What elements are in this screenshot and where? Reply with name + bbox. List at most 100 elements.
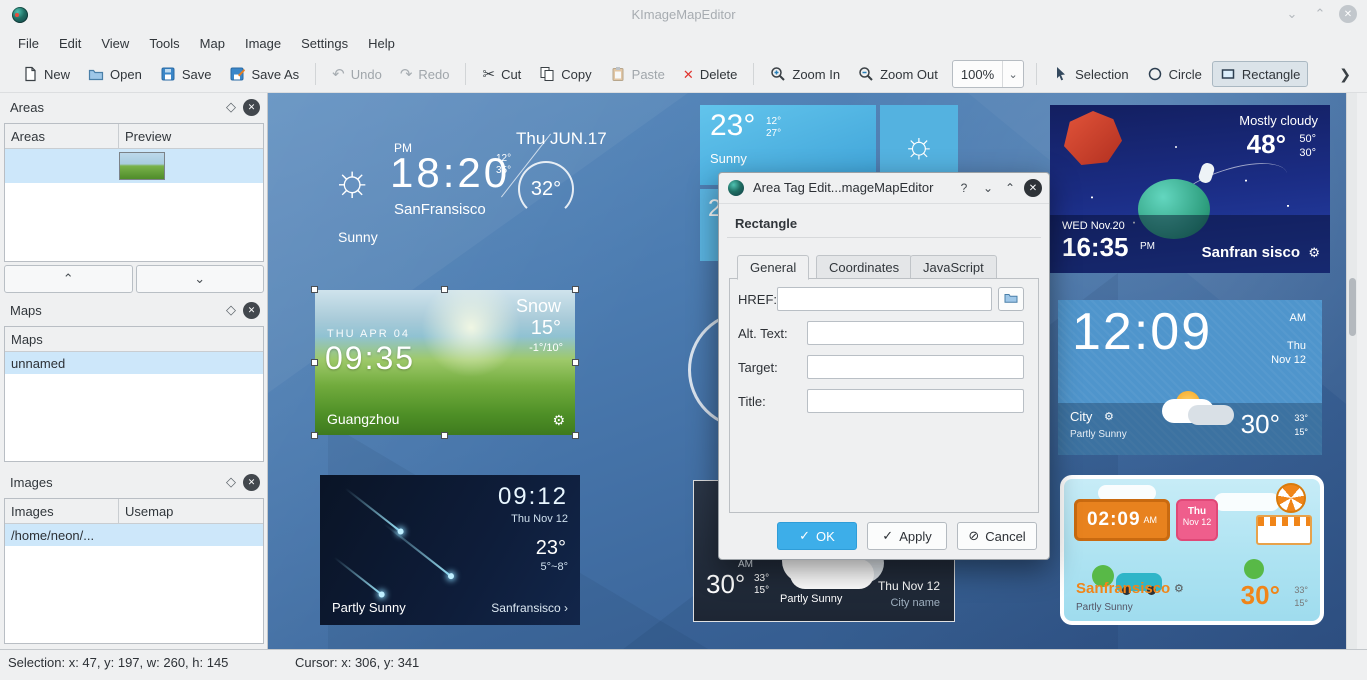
dialog-titlebar[interactable]: Area Tag Edit...mageMapEditor ? ⌄ ⌃ ✕ [719, 173, 1049, 204]
red-planet-graphic [1064, 111, 1122, 165]
cancel-icon: ⊘ [968, 528, 979, 544]
title-label: Title: [738, 394, 766, 409]
zoom-in-button[interactable]: Zoom In [762, 61, 848, 87]
help-button[interactable]: ? [955, 179, 973, 197]
target-input[interactable] [807, 355, 1024, 379]
menu-settings[interactable]: Settings [291, 32, 358, 55]
condition-label: Partly Sunny [1076, 602, 1133, 613]
condition-label: Sunny [710, 151, 747, 166]
close-panel-icon[interactable]: ✕ [243, 302, 260, 319]
selected-map-area[interactable]: Snow 15° -1°/10° THU APR 04 09:35 Guangz… [315, 290, 575, 435]
areas-panel-title: Areas [10, 100, 44, 115]
check-icon: ✓ [799, 528, 810, 544]
resize-handle-nw[interactable] [311, 286, 318, 293]
map-row-unnamed[interactable]: unnamed [5, 352, 263, 374]
cancel-button[interactable]: ⊘ Cancel [957, 522, 1037, 550]
tab-coordinates[interactable]: Coordinates [816, 255, 912, 279]
float-panel-icon[interactable]: ◇ [226, 302, 236, 318]
check-icon: ✓ [882, 528, 893, 544]
minimize-button[interactable]: ⌄ [1283, 5, 1301, 23]
menu-tools[interactable]: Tools [139, 32, 189, 55]
close-panel-icon[interactable]: ✕ [243, 474, 260, 491]
menu-view[interactable]: View [91, 32, 139, 55]
cut-button[interactable]: ✂ Cut [474, 62, 529, 87]
redo-button[interactable]: ↷ Redo [392, 62, 458, 87]
temp-label: 30° [1241, 409, 1280, 440]
area-order-buttons: ⌃ ⌄ [4, 265, 264, 293]
tab-general[interactable]: General [737, 255, 809, 280]
save-button[interactable]: Save [152, 61, 220, 87]
resize-handle-ne[interactable] [572, 286, 579, 293]
vertical-scrollbar[interactable] [1346, 93, 1357, 649]
float-panel-icon[interactable]: ◇ [226, 99, 236, 115]
big-clock-bottom-strip: City ⚙ Partly Sunny 30° 33° 15° [1058, 403, 1322, 455]
menu-edit[interactable]: Edit [49, 32, 91, 55]
toolbar-overflow-button[interactable]: ❯ [1333, 62, 1357, 87]
undo-button[interactable]: ↶ Undo [324, 62, 390, 87]
shade-button[interactable]: ⌄ [979, 179, 997, 197]
temp-label: 23° [710, 109, 755, 143]
resize-handle-w[interactable] [311, 359, 318, 366]
ampm-label: AM [1290, 312, 1307, 324]
zoom-out-button[interactable]: Zoom Out [850, 61, 946, 87]
settings-icon: ⚙ [1308, 245, 1320, 261]
menu-file[interactable]: File [8, 32, 49, 55]
close-button[interactable]: ✕ [1339, 5, 1357, 23]
save-as-button[interactable]: Save As [221, 61, 307, 87]
low-label: 15° [1294, 427, 1308, 437]
resize-handle-se[interactable] [572, 432, 579, 439]
save-as-icon [229, 66, 245, 82]
city-label: Sanfran sisco [1202, 244, 1300, 261]
scrollbar-thumb[interactable] [1349, 278, 1356, 336]
menu-help[interactable]: Help [358, 32, 405, 55]
circle-tool-button[interactable]: Circle [1139, 61, 1210, 87]
low-label: 35° [496, 165, 511, 176]
tab-javascript[interactable]: JavaScript [910, 255, 997, 279]
resize-handle-sw[interactable] [311, 432, 318, 439]
high-label: 12° [496, 153, 511, 164]
date-label: Thu Nov 12 [878, 579, 940, 593]
paste-button[interactable]: Paste [602, 61, 673, 87]
href-input[interactable] [777, 287, 992, 311]
condition-label: Partly Sunny [780, 593, 842, 605]
close-panel-icon[interactable]: ✕ [243, 99, 260, 116]
dialog-close-button[interactable]: ✕ [1024, 179, 1042, 197]
maps-column-header: Maps [5, 327, 263, 351]
move-area-down-button[interactable]: ⌄ [136, 265, 265, 293]
city-label: Guangzhou [327, 411, 399, 427]
delete-icon: ✕ [683, 67, 694, 82]
apply-button[interactable]: ✓ Apply [867, 522, 947, 550]
delete-button[interactable]: ✕ Delete [675, 62, 745, 87]
menu-map[interactable]: Map [190, 32, 235, 55]
resize-handle-e[interactable] [572, 359, 579, 366]
float-panel-icon[interactable]: ◇ [226, 474, 236, 490]
selection-tool-button[interactable]: Selection [1045, 61, 1136, 87]
menu-image[interactable]: Image [235, 32, 291, 55]
title-input[interactable] [807, 389, 1024, 413]
unshade-button[interactable]: ⌃ [1001, 179, 1019, 197]
condition-label: Partly Sunny [332, 600, 406, 615]
condition-label: Mostly cloudy [1239, 113, 1318, 128]
resize-handle-n[interactable] [441, 286, 448, 293]
date-label: WED Nov.20 [1062, 220, 1125, 232]
alt-text-input[interactable] [807, 321, 1024, 345]
maximize-button[interactable]: ⌃ [1311, 5, 1329, 23]
area-row[interactable] [5, 149, 263, 183]
ampm-label: PM [1140, 241, 1155, 252]
widget-space: Mostly cloudy 48° 50° 30° WED Nov.20 16:… [1050, 105, 1330, 273]
time-signboard: 02:09 AM [1074, 499, 1170, 541]
rectangle-tool-button[interactable]: Rectangle [1212, 61, 1309, 87]
copy-button[interactable]: Copy [531, 61, 599, 87]
images-panel: Images ◇ ✕ Images Usemap /home/neon/... [4, 470, 264, 646]
range-label: 5°~8° [541, 561, 568, 573]
image-row[interactable]: /home/neon/... [5, 524, 263, 546]
browse-file-button[interactable] [998, 287, 1024, 311]
move-area-up-button[interactable]: ⌃ [4, 265, 133, 293]
high-label: 33° [1294, 413, 1308, 423]
area-thumbnail [119, 152, 165, 180]
open-button[interactable]: Open [80, 61, 150, 87]
ok-button[interactable]: ✓ OK [777, 522, 857, 550]
zoom-level-select[interactable]: 100% ⌄ [952, 60, 1024, 88]
new-button[interactable]: New [14, 61, 78, 87]
resize-handle-s[interactable] [441, 432, 448, 439]
